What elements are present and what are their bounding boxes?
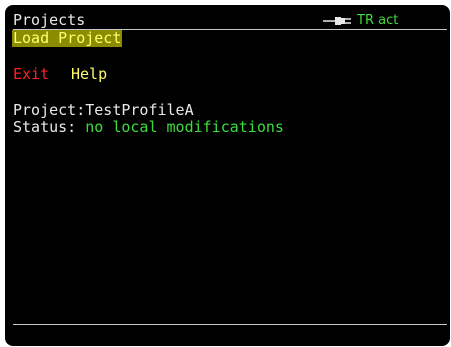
exit-menu-item[interactable]: Exit [13,66,49,83]
plug-icon [323,16,351,25]
load-project-menu-item[interactable]: Load Project [12,30,123,47]
page-title: Projects [13,11,86,29]
project-value: TestProfileA [85,101,194,119]
connection-indicator: TR act [323,12,398,29]
help-menu-item[interactable]: Help [71,66,107,83]
status-value: no local modifications [85,118,284,136]
connection-status: TR act [357,13,399,28]
project-label: Project: [13,101,86,119]
status-info-row: Status: no local modifications [13,119,284,136]
status-label: Status: [13,118,77,136]
footer-divider [13,324,447,325]
terminal-screen: Projects TR act Load Project Exit Help P… [5,5,450,346]
project-info-row: Project:TestProfileA [13,102,194,119]
